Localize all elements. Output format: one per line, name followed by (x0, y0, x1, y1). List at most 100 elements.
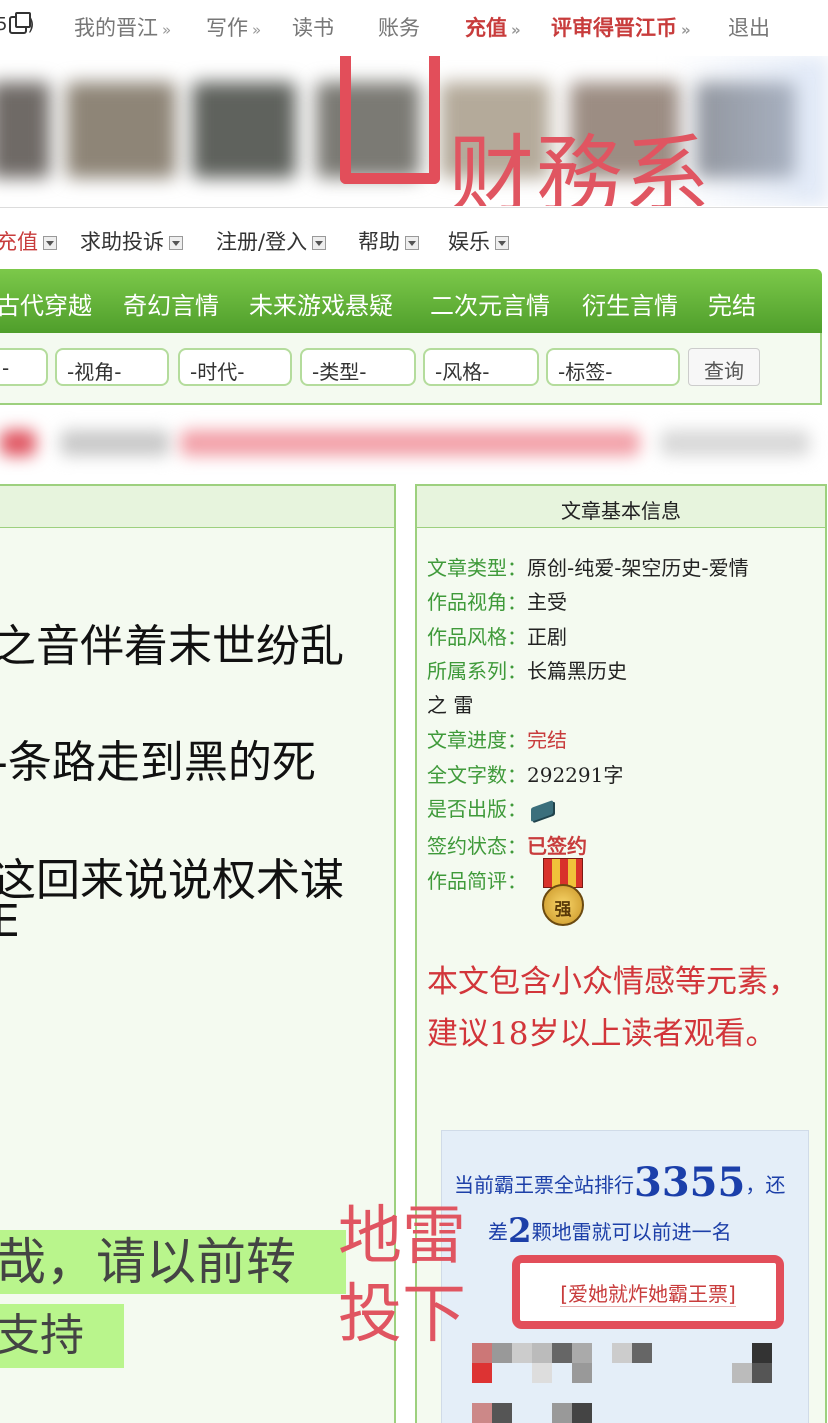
mosaic-avatar (552, 1343, 572, 1363)
mosaic-avatar (512, 1343, 532, 1363)
content-line: 这回来说说权术谋 (0, 855, 344, 906)
age-warning: 本文包含小众情感等元素，建议18岁以上读者观看。 (427, 964, 799, 1052)
category-completed[interactable]: 完结 (708, 286, 756, 321)
mine-annotation-line1: 地雷 (338, 1200, 466, 1274)
book-icon (531, 799, 553, 822)
dropdown-arrow-icon (169, 236, 183, 250)
mosaic-avatar (492, 1403, 512, 1423)
nav-my-jjwxc[interactable]: 我的晋江» (74, 12, 171, 42)
category-bar: 古代穿越 奇幻言情 未来游戏悬疑 二次元言情 衍生言情 完结 (0, 269, 822, 333)
dropdown-arrow-icon (495, 236, 509, 250)
filter-select-tag[interactable]: -标签- (546, 348, 680, 386)
rank-value: 3355 (634, 1159, 746, 1206)
info-row-wordcount: 全文字数：292291字 (427, 763, 624, 787)
info-row-style: 作品风格：正剧 (427, 625, 567, 649)
nav-recharge[interactable]: 充值» (465, 12, 521, 42)
highlighted-line: 哉，请以前转 (0, 1230, 346, 1294)
category-ancient-time-travel[interactable]: 古代穿越 (0, 286, 92, 321)
category-acg-romance[interactable]: 二次元言情 (430, 286, 550, 321)
rank-box: 当前霸王票全站排行3355，还 差2颗地雷就可以前进一名 [爱她就炸她霸王票] (441, 1130, 809, 1423)
menu-recharge[interactable]: 充值 (0, 226, 57, 256)
rank-line-2: 差2颗地雷就可以前进一名 (488, 1211, 732, 1251)
banner-thumb (66, 82, 176, 178)
menu-help-complaint[interactable]: 求助投诉 (80, 226, 183, 256)
banner-thumb (192, 82, 296, 178)
mosaic-avatar (752, 1343, 772, 1363)
double-chevron-icon: » (681, 21, 691, 39)
info-row-signed: 签约状态：已签约 (427, 834, 587, 858)
info-row-series: 所属系列：长篇黑历史 (427, 659, 627, 683)
dropdown-arrow-icon (312, 236, 327, 250)
mosaic-avatar (612, 1343, 632, 1363)
content-line: E (0, 896, 20, 947)
mines-needed: 2 (508, 1211, 532, 1251)
throw-mine-button[interactable]: [爱她就炸她霸王票] (512, 1255, 784, 1329)
info-row-review: 作品简评： (427, 869, 527, 893)
blur-block (60, 430, 170, 456)
nav-write[interactable]: 写作» (206, 12, 261, 42)
mine-annotation: 地雷 投下 (338, 1198, 466, 1354)
filter-select-type[interactable]: -类型- (300, 348, 416, 386)
highlighted-line: 支持 (0, 1304, 124, 1368)
info-row-published: 是否出版： (427, 793, 553, 822)
blur-block (180, 430, 640, 456)
content-line: 之音伴着末世纷乱 (0, 621, 344, 672)
chapter-content-panel: 之音伴着末世纷乱 -条路走到黑的死 这回来说说权术谋 E 哉，请以前转 支持 (0, 484, 396, 1423)
mosaic-avatar (572, 1403, 592, 1423)
window-icon (9, 12, 32, 34)
blurred-notice (0, 410, 828, 475)
filter-select-style[interactable]: -风格- (423, 348, 539, 386)
filter-row: - -视角- -时代- -类型- -风格- -标签- 查询 (0, 333, 822, 405)
panel-header (0, 486, 394, 528)
nav-account[interactable]: 账务 (378, 12, 420, 42)
menu-register-login[interactable]: 注册/登入 (216, 226, 327, 256)
info-row-type: 文章类型：原创-纯爱-架空历史-爱情 (427, 556, 749, 580)
blur-block (660, 430, 810, 456)
mosaic-avatar (472, 1363, 492, 1383)
banner-thumb (0, 82, 50, 178)
info-row-perspective: 作品视角：主受 (427, 590, 567, 614)
top-nav: 5) 我的晋江» 写作» 读书 账务 充值» 评审得晋江币» 退出 (0, 0, 828, 56)
nav-read[interactable]: 读书 (292, 12, 334, 42)
nav-logout[interactable]: 退出 (728, 12, 770, 42)
banner[interactable]: 财務系 (0, 56, 828, 206)
info-row-progress: 文章进度：完结 (427, 728, 567, 752)
mosaic-avatar (492, 1343, 512, 1363)
menu-bar: 充值 求助投诉 注册/登入 帮助 娱乐 (0, 207, 828, 269)
mosaic-avatar (472, 1343, 492, 1363)
mosaic-avatar (572, 1363, 592, 1383)
series-link[interactable]: 长篇黑历史 (527, 659, 627, 683)
menu-help[interactable]: 帮助 (358, 226, 419, 256)
double-chevron-icon: » (511, 21, 521, 39)
mosaic-avatar (752, 1363, 772, 1383)
category-fanfic-romance[interactable]: 衍生言情 (582, 286, 678, 321)
nav-partial-item[interactable]: 5) (0, 12, 34, 35)
filter-select-partial[interactable]: - (0, 348, 48, 386)
mosaic-avatar (532, 1343, 552, 1363)
mosaic-avatar (572, 1343, 592, 1363)
dropdown-arrow-icon (43, 236, 57, 250)
annotation-highlight-box (340, 56, 440, 184)
double-chevron-icon: » (162, 21, 172, 39)
query-button[interactable]: 查询 (688, 348, 760, 386)
info-row-series-cont: 之 雷 (427, 693, 474, 717)
filter-select-perspective[interactable]: -视角- (55, 348, 169, 386)
nav-review-coins[interactable]: 评审得晋江币» (551, 12, 691, 42)
double-chevron-icon: » (252, 21, 262, 39)
category-fantasy-romance[interactable]: 奇幻言情 (123, 286, 219, 321)
mosaic-avatar (532, 1363, 552, 1383)
dropdown-arrow-icon (405, 236, 419, 250)
article-info-panel: 文章基本信息 文章类型：原创-纯爱-架空历史-爱情 作品视角：主受 作品风格：正… (415, 484, 827, 1423)
medal-coin: 强 (542, 884, 584, 926)
mosaic-avatar (732, 1363, 752, 1383)
mosaic-avatar (632, 1343, 652, 1363)
blur-block (0, 430, 36, 456)
category-future-game-mystery[interactable]: 未来游戏悬疑 (249, 286, 393, 321)
mosaic-avatar (472, 1403, 492, 1423)
mosaic-avatar (552, 1403, 572, 1423)
mine-annotation-line2: 投下 (338, 1278, 466, 1352)
filter-select-era[interactable]: -时代- (178, 348, 292, 386)
medal-icon: 强 (541, 858, 585, 928)
menu-entertainment[interactable]: 娱乐 (448, 226, 509, 256)
rank-line-1: 当前霸王票全站排行3355，还 (454, 1159, 786, 1206)
